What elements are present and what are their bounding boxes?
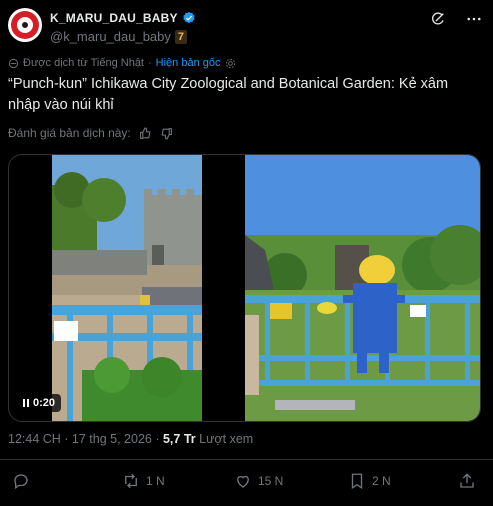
zoo-photo-left [52, 155, 202, 421]
grok-icon[interactable] [427, 8, 449, 30]
thumbs-down-icon[interactable] [160, 127, 173, 140]
rate-translation: Đánh giá bản dịch này: [8, 126, 173, 140]
views-label: Lượt xem [195, 432, 254, 446]
action-bar: 1 N 15 N 2 N [0, 472, 493, 496]
divider [0, 459, 493, 460]
handle-row: @k_maru_dau_baby 7 [50, 29, 188, 44]
reply-button[interactable] [12, 472, 36, 490]
retweet-count: 1 N [146, 474, 165, 488]
handle[interactable]: @k_maru_dau_baby [50, 29, 171, 44]
retweet-button[interactable]: 1 N [122, 472, 165, 490]
video-timestamp[interactable]: 0:20 [17, 394, 62, 412]
post-time[interactable]: 12:44 CH · 17 thg 5, 2026 · [8, 432, 163, 446]
rate-label: Đánh giá bản dịch này: [8, 126, 131, 140]
bookmark-button[interactable]: 2 N [348, 472, 391, 490]
share-icon [460, 473, 474, 488]
verified-icon [182, 11, 195, 24]
more-icon[interactable] [463, 8, 485, 30]
translation-label: Được dịch từ Tiếng Nhật [23, 57, 144, 69]
zoo-photo-right [245, 155, 480, 421]
avatar[interactable] [8, 8, 42, 42]
video-player[interactable]: 0:20 [8, 154, 481, 422]
like-count: 15 N [258, 474, 284, 488]
show-original-link[interactable]: Hiện bản gốc [156, 57, 221, 69]
video-frame-left [52, 155, 202, 421]
tweet-text: “Punch-kun” Ichikawa City Zoological and… [8, 76, 449, 113]
settings-icon[interactable] [225, 58, 236, 69]
bookmark-icon [351, 473, 363, 490]
retweet-icon [125, 473, 137, 489]
name-row: K_MARU_DAU_BABY [50, 11, 196, 25]
display-name[interactable]: K_MARU_DAU_BABY [50, 11, 178, 25]
like-icon [237, 475, 249, 488]
pause-icon[interactable] [23, 399, 29, 407]
tweet-meta: 12:44 CH · 17 thg 5, 2026 · 5,7 Tr Lượt … [8, 432, 253, 446]
thumbs-up-icon[interactable] [139, 127, 152, 140]
reply-icon [14, 474, 28, 490]
share-button[interactable] [458, 472, 476, 490]
views-count: 5,7 Tr [162, 432, 196, 446]
video-frame-right [245, 155, 480, 421]
bookmark-count: 2 N [372, 474, 391, 488]
translate-icon [8, 58, 19, 68]
timestamp-value: 0:20 [33, 397, 56, 409]
tweet-header: K_MARU_DAU_BABY @k_maru_dau_baby 7 [8, 8, 485, 46]
affiliate-badge: 7 [174, 29, 188, 44]
header-actions [427, 8, 485, 30]
translation-notice: Được dịch từ Tiếng Nhật · Hiện bản gốc [8, 57, 236, 69]
like-button[interactable]: 15 N [234, 472, 283, 490]
